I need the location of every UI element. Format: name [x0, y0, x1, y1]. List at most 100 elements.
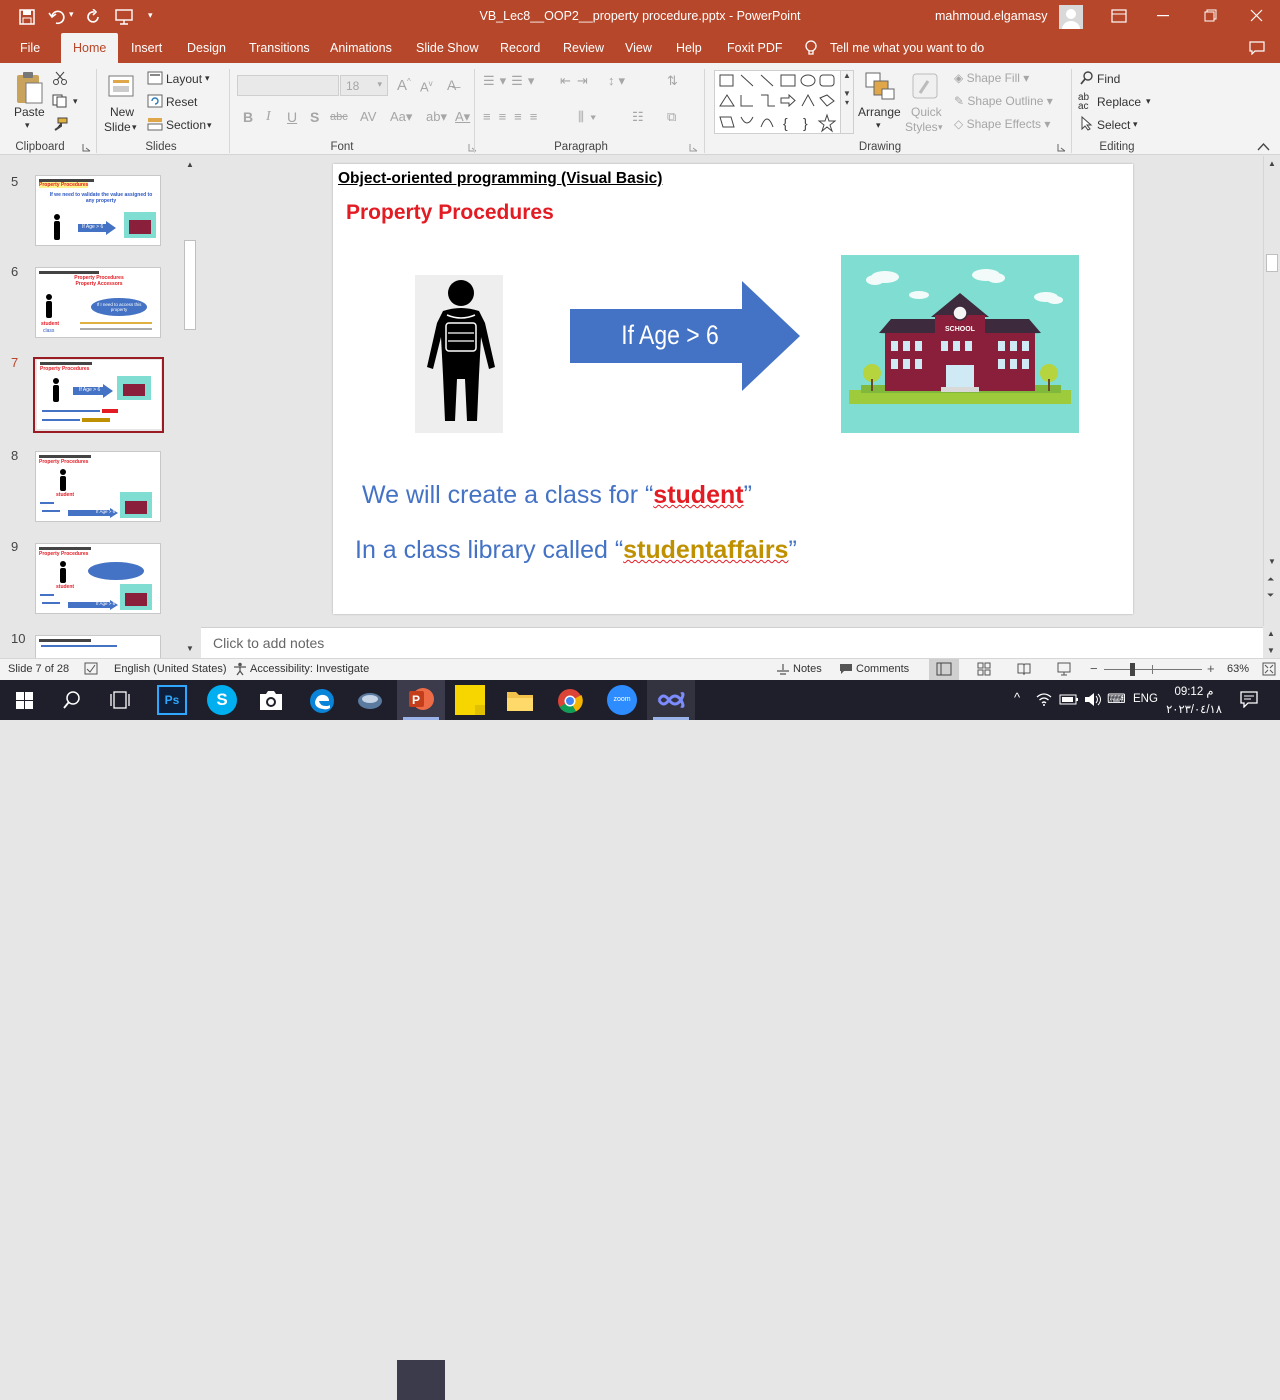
section-dropdown-icon[interactable]: ▾ — [207, 120, 212, 131]
paste-icon[interactable] — [14, 71, 44, 105]
editor-scrollbar[interactable]: ▲ ▼ ⏶ ⏷ — [1263, 156, 1280, 626]
quick-styles-dropdown-icon[interactable]: ▾ — [938, 122, 943, 133]
replace-button[interactable]: Replace — [1097, 95, 1141, 109]
shape-outline-button[interactable]: ✎ Shape Outline ▾ — [954, 94, 1053, 108]
new-slide-icon[interactable] — [107, 72, 137, 104]
school-image[interactable]: SCHOOL — [841, 255, 1079, 433]
section-button[interactable]: Section — [166, 118, 206, 132]
strikethrough-icon[interactable]: abc — [330, 111, 348, 123]
restore-icon[interactable] — [1204, 9, 1217, 22]
shape-fill-button[interactable]: ◈ Shape Fill ▾ — [954, 71, 1029, 85]
ribbon-display-icon[interactable] — [1111, 9, 1127, 23]
windows-start-icon[interactable] — [16, 692, 33, 709]
scrollbar-thumb[interactable] — [184, 240, 196, 330]
find-icon[interactable] — [1080, 71, 1094, 85]
copy-dropdown-icon[interactable]: ▾ — [73, 96, 78, 107]
notes-pane[interactable]: Click to add notes — [201, 627, 1263, 658]
layout-dropdown-icon[interactable]: ▾ — [205, 73, 210, 84]
quick-styles-label-2[interactable]: Styles — [905, 120, 938, 134]
comments-icon[interactable] — [1249, 41, 1265, 55]
format-painter-icon[interactable] — [52, 117, 68, 131]
layout-icon[interactable] — [147, 71, 163, 85]
decrease-font-icon[interactable]: Av — [420, 79, 433, 94]
slide-header[interactable]: Object-oriented programming (Visual Basi… — [338, 170, 662, 188]
bullets-icon[interactable]: ☰▾☰▾ — [483, 73, 539, 89]
tab-record[interactable]: Record — [500, 33, 540, 63]
shapes-gallery[interactable]: { } — [714, 70, 854, 134]
arrange-button[interactable]: Arrange — [858, 105, 901, 119]
input-language[interactable]: ENG — [1133, 693, 1158, 705]
thumbnail-slide-6[interactable]: Property Procedures Property Accessors I… — [35, 267, 161, 338]
zoom-in-button[interactable]: + — [1207, 661, 1215, 676]
thumbnail-slide-9[interactable]: Property Procedures student If Age > 6 — [35, 543, 161, 614]
underline-icon[interactable]: U — [287, 109, 297, 125]
next-slide-icon[interactable]: ⏷ — [1267, 590, 1274, 601]
dialog-launcher-icon[interactable] — [468, 143, 477, 152]
arrange-dropdown-icon[interactable]: ▾ — [876, 120, 881, 131]
save-icon[interactable] — [19, 9, 35, 25]
tell-me-search[interactable]: Tell me what you want to do — [830, 33, 984, 63]
slide-sorter-icon[interactable] — [977, 662, 991, 676]
volume-icon[interactable] — [1084, 692, 1102, 707]
thumbnail-slide-5[interactable]: Property Procedures If we need to valida… — [35, 175, 161, 246]
notification-center-icon[interactable] — [1240, 691, 1258, 708]
fit-to-window-icon[interactable] — [1262, 662, 1276, 676]
search-icon[interactable] — [63, 691, 81, 709]
font-family-select[interactable] — [237, 75, 339, 96]
new-slide-label-1[interactable]: New — [110, 105, 134, 119]
columns-icon[interactable]: ⫼▾ — [578, 109, 602, 125]
notes-button[interactable]: Notes — [793, 663, 822, 675]
dialog-launcher-icon[interactable] — [82, 143, 91, 152]
layout-button[interactable]: Layout — [166, 72, 202, 86]
replace-dropdown-icon[interactable]: ▾ — [1146, 96, 1151, 107]
quick-styles-icon[interactable] — [910, 71, 942, 101]
battery-icon[interactable] — [1059, 694, 1079, 705]
clock-date[interactable]: ٢٠٢٣/٠٤/١٨ — [1162, 702, 1226, 716]
quick-styles-label-1[interactable]: Quick — [911, 105, 942, 119]
tab-home[interactable]: Home — [61, 33, 119, 63]
camera-icon[interactable] — [258, 689, 284, 711]
slide-canvas[interactable]: Object-oriented programming (Visual Basi… — [333, 164, 1133, 614]
tab-insert[interactable]: Insert — [131, 33, 162, 63]
photoshop-icon[interactable]: Ps — [157, 685, 187, 715]
notes-scrollbar[interactable]: ▲ ▼ — [1263, 627, 1280, 658]
close-icon[interactable] — [1250, 9, 1263, 22]
sticky-notes-icon[interactable] — [455, 685, 485, 715]
zoom-slider-thumb[interactable] — [1130, 663, 1135, 676]
copy-icon[interactable] — [52, 94, 68, 108]
powerpoint-task-button[interactable]: P — [397, 680, 445, 720]
comments-button[interactable]: Comments — [856, 663, 909, 675]
spelling-icon[interactable] — [84, 662, 98, 675]
collapse-ribbon-icon[interactable] — [1257, 143, 1270, 151]
wifi-icon[interactable] — [1036, 692, 1052, 706]
notes-placeholder[interactable]: Click to add notes — [213, 635, 324, 651]
text-direction-icon[interactable]: ⇅ — [667, 73, 678, 89]
thumbnail-slide-10[interactable] — [35, 635, 161, 658]
zoom-slider[interactable] — [1104, 669, 1202, 670]
tab-help[interactable]: Help — [676, 33, 702, 63]
find-button[interactable]: Find — [1097, 72, 1120, 86]
file-explorer-icon[interactable] — [506, 689, 534, 713]
cut-icon[interactable] — [52, 71, 68, 85]
reset-button[interactable]: Reset — [166, 95, 197, 109]
tab-slide-show[interactable]: Slide Show — [416, 33, 479, 63]
slide-text-line-1[interactable]: We will create a class for “student” — [362, 481, 752, 510]
network-drive-icon[interactable] — [357, 688, 383, 714]
thumbnail-scrollbar[interactable]: ▲ ▼ — [182, 156, 198, 658]
shapes-gallery-scroll[interactable]: ▲ ▼ ▾ — [840, 70, 854, 134]
select-button[interactable]: Select — [1097, 118, 1130, 132]
avatar[interactable] — [1059, 5, 1083, 29]
shape-effects-button[interactable]: ◇ Shape Effects ▾ — [954, 117, 1050, 131]
zoom-out-button[interactable]: − — [1090, 661, 1098, 676]
tab-file[interactable]: File — [20, 33, 40, 63]
tab-design[interactable]: Design — [187, 33, 226, 63]
user-name[interactable]: mahmoud.elgamasy — [935, 9, 1048, 23]
cursor-icon[interactable] — [1081, 116, 1093, 131]
slide-show-icon[interactable] — [1057, 662, 1071, 676]
slide-text-line-2[interactable]: In a class library called “studentaffair… — [355, 536, 797, 565]
zoom-app-icon[interactable]: zoom — [607, 685, 637, 715]
tab-transitions[interactable]: Transitions — [249, 33, 310, 63]
presentation-icon[interactable] — [115, 8, 133, 25]
slide-title[interactable]: Property Procedures — [346, 201, 554, 225]
student-image[interactable] — [415, 275, 503, 433]
